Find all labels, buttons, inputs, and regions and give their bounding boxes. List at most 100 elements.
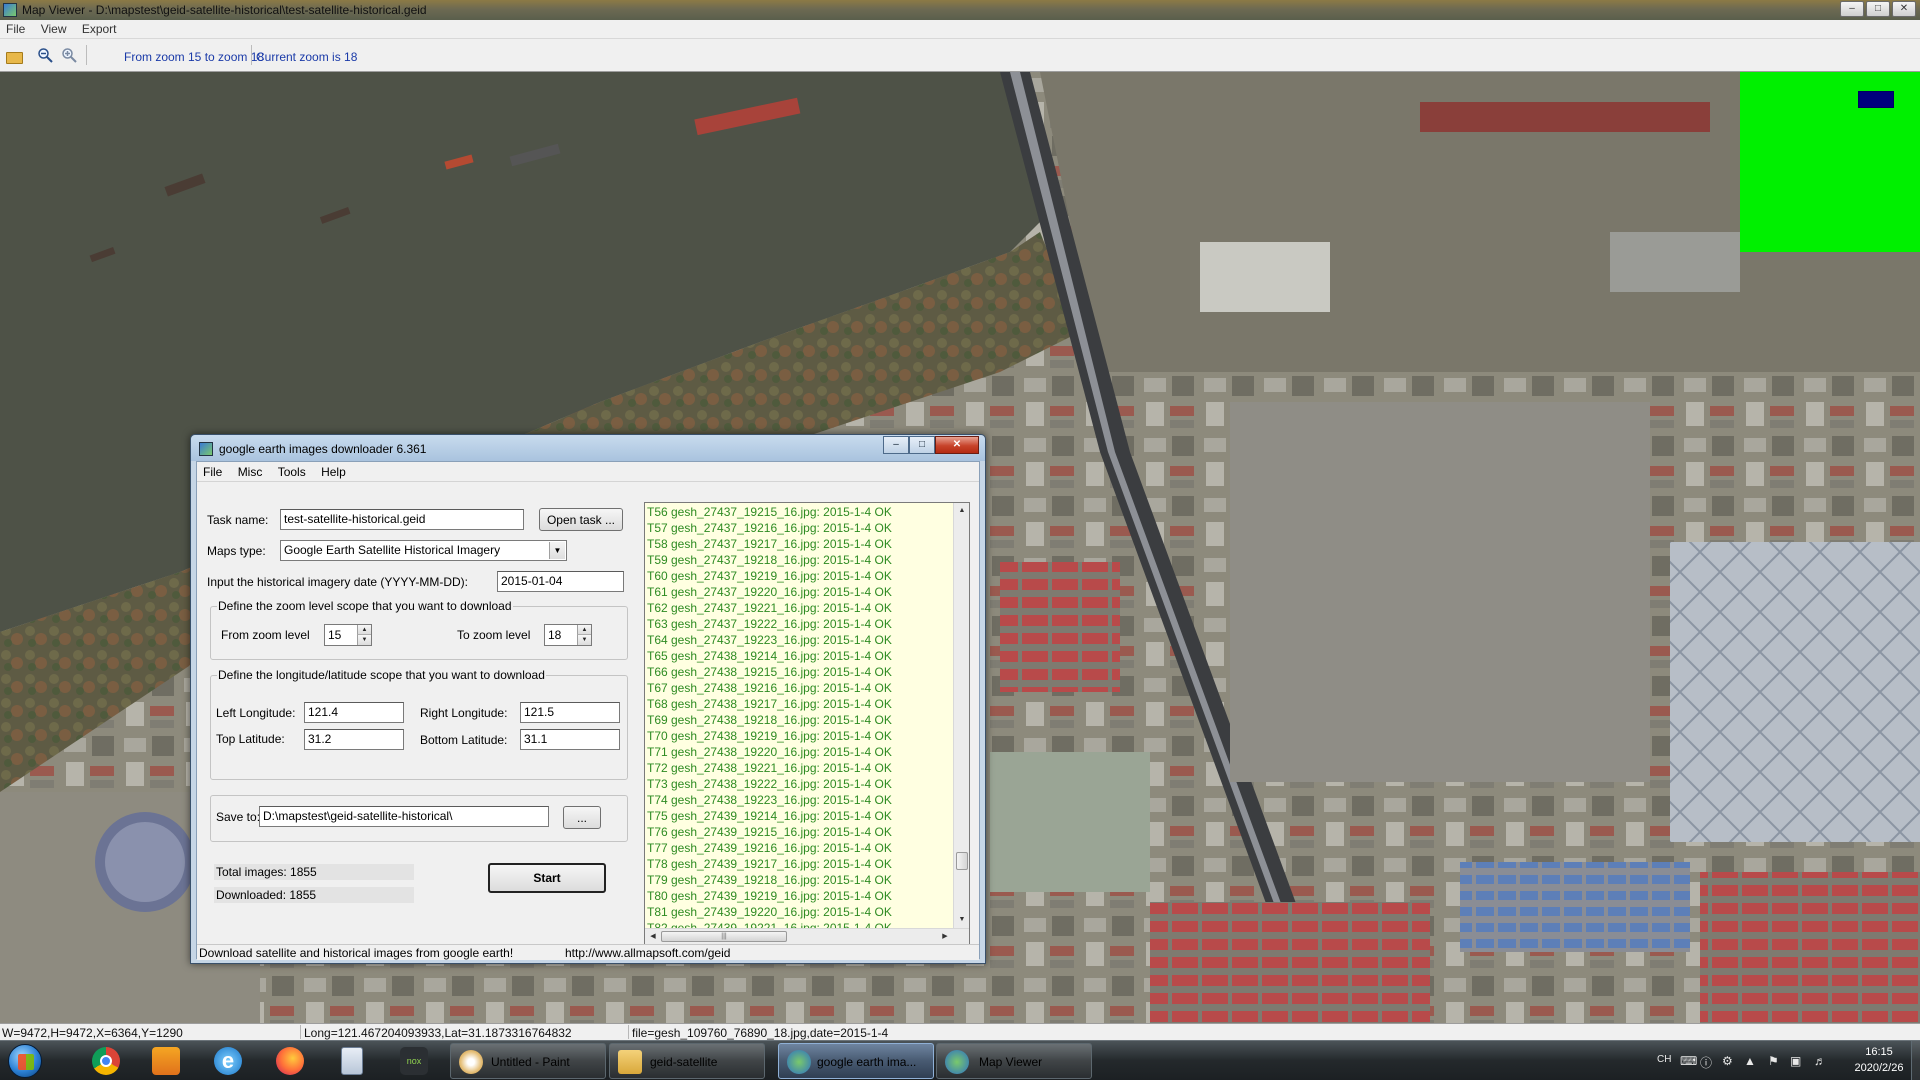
taskbar-map-viewer[interactable]: Map Viewer [936,1043,1092,1079]
minimize-button[interactable]: – [1840,1,1864,17]
open-task-button[interactable]: Open task ... [539,508,623,531]
log-line: T76 gesh_27439_19215_16.jpg: 2015-1-4 OK [647,825,892,839]
geid-dialog: google earth images downloader 6.361 – □… [190,434,986,964]
log-line: T62 gesh_27437_19221_16.jpg: 2015-1-4 OK [647,601,892,615]
toolbar-separator-2 [251,45,252,65]
menu-export[interactable]: Export [76,20,123,38]
from-zoom-down-icon[interactable]: ▼ [357,635,371,645]
left-longitude-label: Left Longitude: [216,706,296,720]
dialog-maximize-button[interactable]: □ [909,436,935,454]
log-horizontal-scrollbar[interactable]: ◀ ||| ▶ [645,928,969,944]
current-zoom-text: Current zoom is 18 [256,50,358,64]
log-line: T68 gesh_27438_19217_16.jpg: 2015-1-4 OK [647,697,892,711]
log-line: T78 gesh_27439_19217_16.jpg: 2015-1-4 OK [647,857,892,871]
main-statusbar: W=9472,H=9472,X=6364,Y=1290 Long=121.467… [0,1023,1920,1040]
pinned-media-player[interactable] [140,1045,192,1077]
pinned-calculator[interactable] [326,1045,378,1077]
zoom-in-icon[interactable] [60,47,78,63]
to-zoom-up-icon[interactable]: ▲ [577,625,591,635]
folder-open-icon[interactable] [6,52,23,64]
from-zoom-stepper[interactable]: 15 ▲ ▼ [324,624,372,646]
date-input[interactable]: 2015-01-04 [497,571,624,592]
folder-icon [618,1050,642,1074]
save-to-input[interactable]: D:\mapstest\geid-satellite-historical\ [259,806,549,827]
log-vertical-scrollbar[interactable]: ▲ ▼ [953,503,969,928]
left-longitude-input[interactable]: 121.4 [304,702,404,723]
log-line: T77 gesh_27439_19216_16.jpg: 2015-1-4 OK [647,841,892,855]
dialog-menu-tools[interactable]: Tools [272,462,312,482]
dialog-minimize-button[interactable]: – [883,436,909,454]
tray-flag-icon[interactable]: ⚑ [1768,1054,1779,1068]
tray-expand-icon[interactable]: ▲ [1744,1054,1756,1068]
clock-date[interactable]: 2020/2/26 [1848,1062,1910,1074]
scroll-left-icon[interactable]: ◀ [645,929,661,944]
log-line: T65 gesh_27438_19214_16.jpg: 2015-1-4 OK [647,649,892,663]
tray-help-icon[interactable]: ⓘ [1700,1054,1712,1071]
chevron-down-icon[interactable]: ▼ [549,542,565,559]
menu-file[interactable]: File [0,20,31,38]
tray-network-icon[interactable]: ▣ [1790,1054,1801,1068]
pinned-firefox[interactable] [264,1045,316,1077]
download-log[interactable]: T56 gesh_27437_19215_16.jpg: 2015-1-4 OK… [644,502,970,945]
ie-icon: e [214,1047,242,1075]
task-name-label: Task name: [207,513,269,527]
scroll-thumb[interactable] [956,852,968,870]
taskbar-geid[interactable]: google earth ima... [778,1043,934,1079]
to-zoom-value: 18 [548,628,562,642]
to-zoom-stepper[interactable]: 18 ▲ ▼ [544,624,592,646]
calculator-icon [341,1047,363,1075]
tray-language[interactable]: CH [1657,1054,1671,1065]
overview-map[interactable] [1740,72,1920,252]
hscroll-thumb[interactable]: ||| [661,931,787,942]
taskbar-explorer[interactable]: geid-satellite [609,1043,765,1079]
tray-settings-icon[interactable]: ⚙ [1722,1054,1733,1068]
downloaded-text: Downloaded: 1855 [214,887,414,903]
bottom-latitude-input[interactable]: 31.1 [520,729,620,750]
maximize-button[interactable]: □ [1866,1,1890,17]
log-line: T75 gesh_27439_19214_16.jpg: 2015-1-4 OK [647,809,892,823]
zoom-out-icon[interactable] [36,47,54,63]
taskbar: e nox Untitled - Paint geid-satellite go… [0,1040,1920,1080]
main-titlebar: Map Viewer - D:\mapstest\geid-satellite-… [0,0,1920,20]
dialog-menu-misc[interactable]: Misc [232,462,269,482]
to-zoom-down-icon[interactable]: ▼ [577,635,591,645]
main-menubar: File View Export [0,20,1920,39]
dialog-titlebar[interactable]: google earth images downloader 6.361 – □… [191,435,985,461]
task-name-input[interactable]: test-satellite-historical.geid [280,509,524,530]
start-button[interactable]: Start [488,863,606,893]
pinned-chrome[interactable] [80,1045,132,1077]
log-line: T58 gesh_27437_19217_16.jpg: 2015-1-4 OK [647,537,892,551]
dialog-menu-file[interactable]: File [197,462,228,482]
log-line: T81 gesh_27439_19220_16.jpg: 2015-1-4 OK [647,905,892,919]
right-longitude-input[interactable]: 121.5 [520,702,620,723]
from-zoom-up-icon[interactable]: ▲ [357,625,371,635]
dialog-menu-help[interactable]: Help [315,462,352,482]
save-to-label: Save to: [216,810,261,824]
maps-type-select[interactable]: Google Earth Satellite Historical Imager… [280,540,567,561]
tray-keyboard-icon[interactable]: ⌨ [1680,1054,1697,1068]
browse-button[interactable]: ... [563,806,601,829]
log-line: T64 gesh_27437_19223_16.jpg: 2015-1-4 OK [647,633,892,647]
from-zoom-value: 15 [328,628,342,642]
taskbar-paint[interactable]: Untitled - Paint [450,1043,606,1079]
overview-viewport-rect[interactable] [1858,91,1894,108]
total-images-text: Total images: 1855 [214,864,414,880]
scroll-down-icon[interactable]: ▼ [954,912,969,928]
close-button[interactable]: ✕ [1892,1,1916,17]
scroll-right-icon[interactable]: ▶ [937,929,953,944]
tray-volume-icon[interactable]: ♬ [1814,1054,1826,1068]
scroll-up-icon[interactable]: ▲ [954,503,969,519]
log-line: T79 gesh_27439_19218_16.jpg: 2015-1-4 OK [647,873,892,887]
dialog-close-button[interactable]: ✕ [935,436,979,454]
top-latitude-input[interactable]: 31.2 [304,729,404,750]
pinned-ie[interactable]: e [202,1045,254,1077]
dialog-status-message: Download satellite and historical images… [199,946,514,960]
show-desktop-button[interactable] [1911,1041,1920,1080]
menu-view[interactable]: View [35,20,73,38]
taskbar-explorer-label: geid-satellite [650,1055,718,1069]
pinned-nox[interactable]: nox [388,1045,440,1077]
windows-start-icon[interactable] [8,1044,42,1078]
log-line: T80 gesh_27439_19219_16.jpg: 2015-1-4 OK [647,889,892,903]
log-line: T66 gesh_27438_19215_16.jpg: 2015-1-4 OK [647,665,892,679]
clock-time[interactable]: 16:15 [1854,1046,1904,1058]
